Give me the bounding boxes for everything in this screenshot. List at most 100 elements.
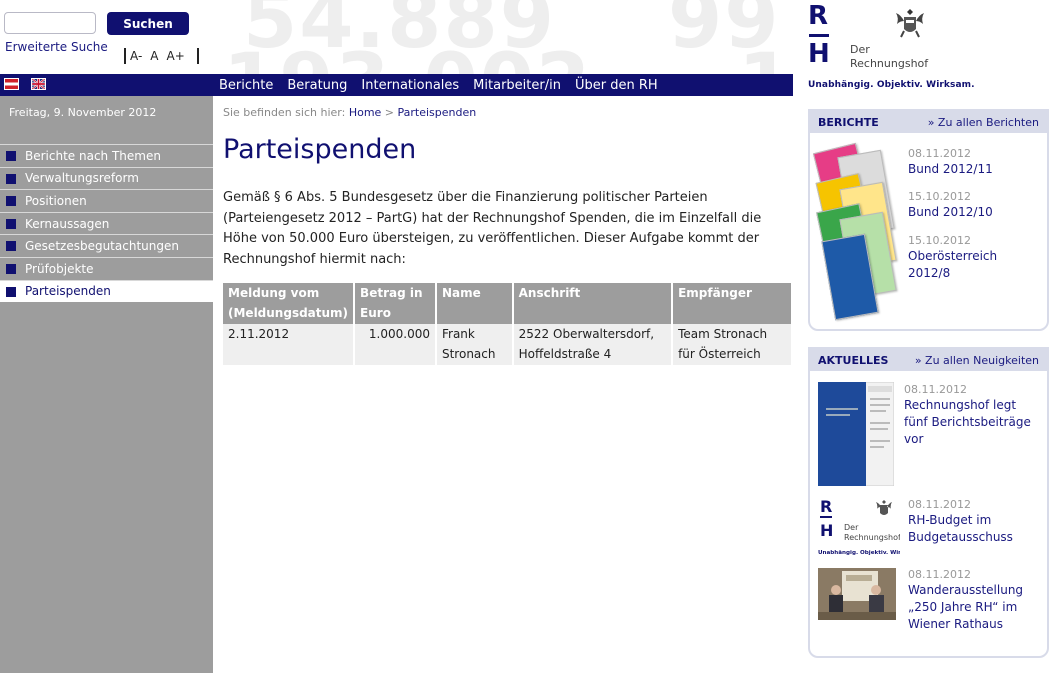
bullet-square-icon: [6, 218, 16, 229]
sidebar-item-label: Berichte nach Themen: [25, 148, 161, 163]
table-cell: Frank Stronach: [435, 324, 514, 365]
sidebar-item-parteispenden[interactable]: Parteispenden: [0, 279, 213, 303]
font-larger-button[interactable]: A+: [167, 49, 185, 63]
logo-der: Der: [850, 43, 870, 56]
berichte-box: BERICHTE » Zu allen Berichten 08.11.2012…: [808, 109, 1049, 331]
column-header: Empfänger: [672, 283, 791, 324]
sidebar-item-label: Prüfobjekte: [25, 261, 94, 276]
font-smaller-button[interactable]: A-: [130, 49, 142, 63]
sidebar-item-pruefobjekte[interactable]: Prüfobjekte: [0, 256, 213, 280]
exhibition-photo-thumbnail[interactable]: [818, 568, 896, 620]
rh-logo-thumbnail[interactable]: R H Der Rechnungshof Unabhängig. Objekti…: [818, 496, 900, 558]
nav-item-beratung[interactable]: Beratung: [287, 78, 347, 93]
bullet-square-icon: [6, 196, 16, 207]
report-title-link[interactable]: Oberösterreich 2012/8: [908, 248, 1038, 282]
sidebar-item-label: Verwaltungsreform: [25, 171, 139, 186]
aktuelles-box-header: AKTUELLES » Zu allen Neuigkeiten: [810, 349, 1047, 371]
sidebar-item-label: Positionen: [25, 193, 87, 208]
report-item[interactable]: 15.10.2012 Oberösterreich 2012/8: [908, 234, 1038, 282]
sidebar-item-berichte-nach-themen[interactable]: Berichte nach Themen: [0, 144, 213, 167]
rechnungshof-logo[interactable]: R H Der Rechnungshof Unabhängig. Objekti…: [808, 1, 975, 93]
logo-divider: [809, 34, 829, 37]
page-title: Parteispenden: [223, 134, 417, 165]
report-item[interactable]: 08.11.2012 Bund 2012/11: [908, 147, 993, 178]
breadcrumb-current[interactable]: Parteispenden: [398, 106, 477, 119]
sidebar: Freitag, 9. November 2012 Berichte nach …: [0, 96, 213, 673]
news-date: 08.11.2012: [908, 568, 971, 581]
news-title-link[interactable]: Wanderausstellung „250 Jahre RH“ im Wien…: [908, 582, 1047, 633]
news-title-link[interactable]: RH-Budget im Budgetausschuss: [908, 512, 1047, 546]
table-cell: 1.000.000: [354, 324, 437, 365]
nav-item-internationales[interactable]: Internationales: [361, 78, 459, 93]
news-item[interactable]: 08.11.2012 Wanderausstellung „250 Jahre …: [908, 568, 1047, 633]
separator: [124, 48, 126, 64]
separator: [196, 48, 199, 64]
table-header-row: Meldung vom (Meldungsdatum) Betrag in Eu…: [223, 283, 791, 324]
report-title-link[interactable]: Bund 2012/10: [908, 204, 993, 221]
sidebar-item-label: Gesetzesbegutachtungen: [25, 239, 179, 254]
column-header: Name: [435, 283, 514, 324]
table-cell: 2.11.2012: [223, 324, 356, 365]
sidebar-item-label: Parteispenden: [25, 284, 111, 299]
current-date: Freitag, 9. November 2012: [9, 106, 157, 119]
news-date: 08.11.2012: [904, 383, 967, 396]
nav-item-mitarbeiter[interactable]: Mitarbeiter/in: [473, 78, 561, 93]
sidebar-item-label: Kernaussagen: [25, 216, 110, 231]
search-input[interactable]: [4, 12, 96, 34]
intro-paragraph: Gemäß § 6 Abs. 5 Bundesgesetz über die F…: [223, 190, 762, 268]
search-button[interactable]: Suchen: [107, 12, 189, 35]
berichte-box-header: BERICHTE » Zu allen Berichten: [810, 111, 1047, 133]
sidebar-item-kernaussagen[interactable]: Kernaussagen: [0, 211, 213, 235]
bullet-square-icon: [6, 173, 16, 184]
sidebar-item-gesetzesbegutachtungen[interactable]: Gesetzesbegutachtungen: [0, 234, 213, 257]
bullet-square-icon: [6, 263, 16, 274]
logo-letter-h: H: [808, 39, 830, 69]
svg-text:R: R: [820, 497, 832, 516]
all-news-link[interactable]: » Zu allen Neuigkeiten: [915, 354, 1039, 367]
flag-austria-icon[interactable]: [4, 78, 19, 90]
aktuelles-box: AKTUELLES » Zu allen Neuigkeiten 08.11.2…: [808, 347, 1049, 658]
report-title-link[interactable]: Bund 2012/11: [908, 161, 993, 178]
breadcrumb-home-link[interactable]: Home: [349, 106, 381, 119]
font-size-controls: A- A A+: [124, 48, 199, 64]
header-background-numbers: 54.889 99 193.002 1: [213, 0, 793, 74]
nav-item-ueber-den-rh[interactable]: Über den RH: [575, 78, 658, 93]
breadcrumb-separator: >: [384, 106, 395, 119]
bullet-square-icon: [6, 151, 16, 161]
report-date: 15.10.2012: [908, 190, 971, 203]
sidebar-item-positionen[interactable]: Positionen: [0, 189, 213, 212]
svg-text:Unabhängig. Objektiv. Wirksam.: Unabhängig. Objektiv. Wirksam.: [818, 550, 900, 556]
svg-text:H: H: [820, 521, 833, 540]
logo-letter-r: R: [808, 1, 829, 31]
news-title-link[interactable]: Rechnungshof legt fünf Berichtsbeiträge …: [904, 397, 1042, 448]
column-header: Anschrift: [512, 283, 674, 324]
column-header: Meldung vom (Meldungsdatum): [223, 283, 356, 324]
news-item[interactable]: 08.11.2012 Rechnungshof legt fünf Berich…: [904, 383, 1042, 448]
table-row: 2.11.2012 1.000.000 Frank Stronach 2522 …: [223, 324, 791, 365]
font-normal-button[interactable]: A: [150, 49, 158, 63]
report-covers-image[interactable]: [812, 142, 900, 322]
table-cell: Team Stronach für Österreich: [672, 324, 791, 365]
nav-item-berichte[interactable]: Berichte: [219, 78, 273, 93]
donations-table: Meldung vom (Meldungsdatum) Betrag in Eu…: [223, 283, 791, 365]
flag-uk-icon[interactable]: [31, 78, 46, 90]
news-item[interactable]: 08.11.2012 RH-Budget im Budgetausschuss: [908, 498, 1047, 546]
news-date: 08.11.2012: [908, 498, 971, 511]
bullet-square-icon: [6, 286, 16, 297]
svg-text:Rechnungshof: Rechnungshof: [844, 533, 900, 542]
all-reports-link[interactable]: » Zu allen Berichten: [928, 116, 1039, 129]
breadcrumb-prefix: Sie befinden sich hier:: [223, 106, 346, 119]
report-document-thumbnail[interactable]: [818, 382, 894, 486]
berichte-box-title: BERICHTE: [818, 115, 879, 129]
logo-rechnungshof: Rechnungshof: [850, 57, 929, 70]
logo-tagline: Unabhängig. Objektiv. Wirksam.: [808, 80, 975, 90]
report-date: 15.10.2012: [908, 234, 971, 247]
report-item[interactable]: 15.10.2012 Bund 2012/10: [908, 190, 993, 221]
column-header: Betrag in Euro: [354, 283, 437, 324]
table-cell: 2522 Oberwaltersdorf, Hoffeldstraße 4: [512, 324, 674, 365]
sidebar-item-verwaltungsreform[interactable]: Verwaltungsreform: [0, 166, 213, 190]
austrian-eagle-icon: [896, 9, 924, 38]
sidebar-menu: Berichte nach Themen Verwaltungsreform P…: [0, 144, 213, 303]
advanced-search-link[interactable]: Erweiterte Suche: [5, 40, 108, 54]
aktuelles-box-title: AKTUELLES: [818, 353, 889, 367]
